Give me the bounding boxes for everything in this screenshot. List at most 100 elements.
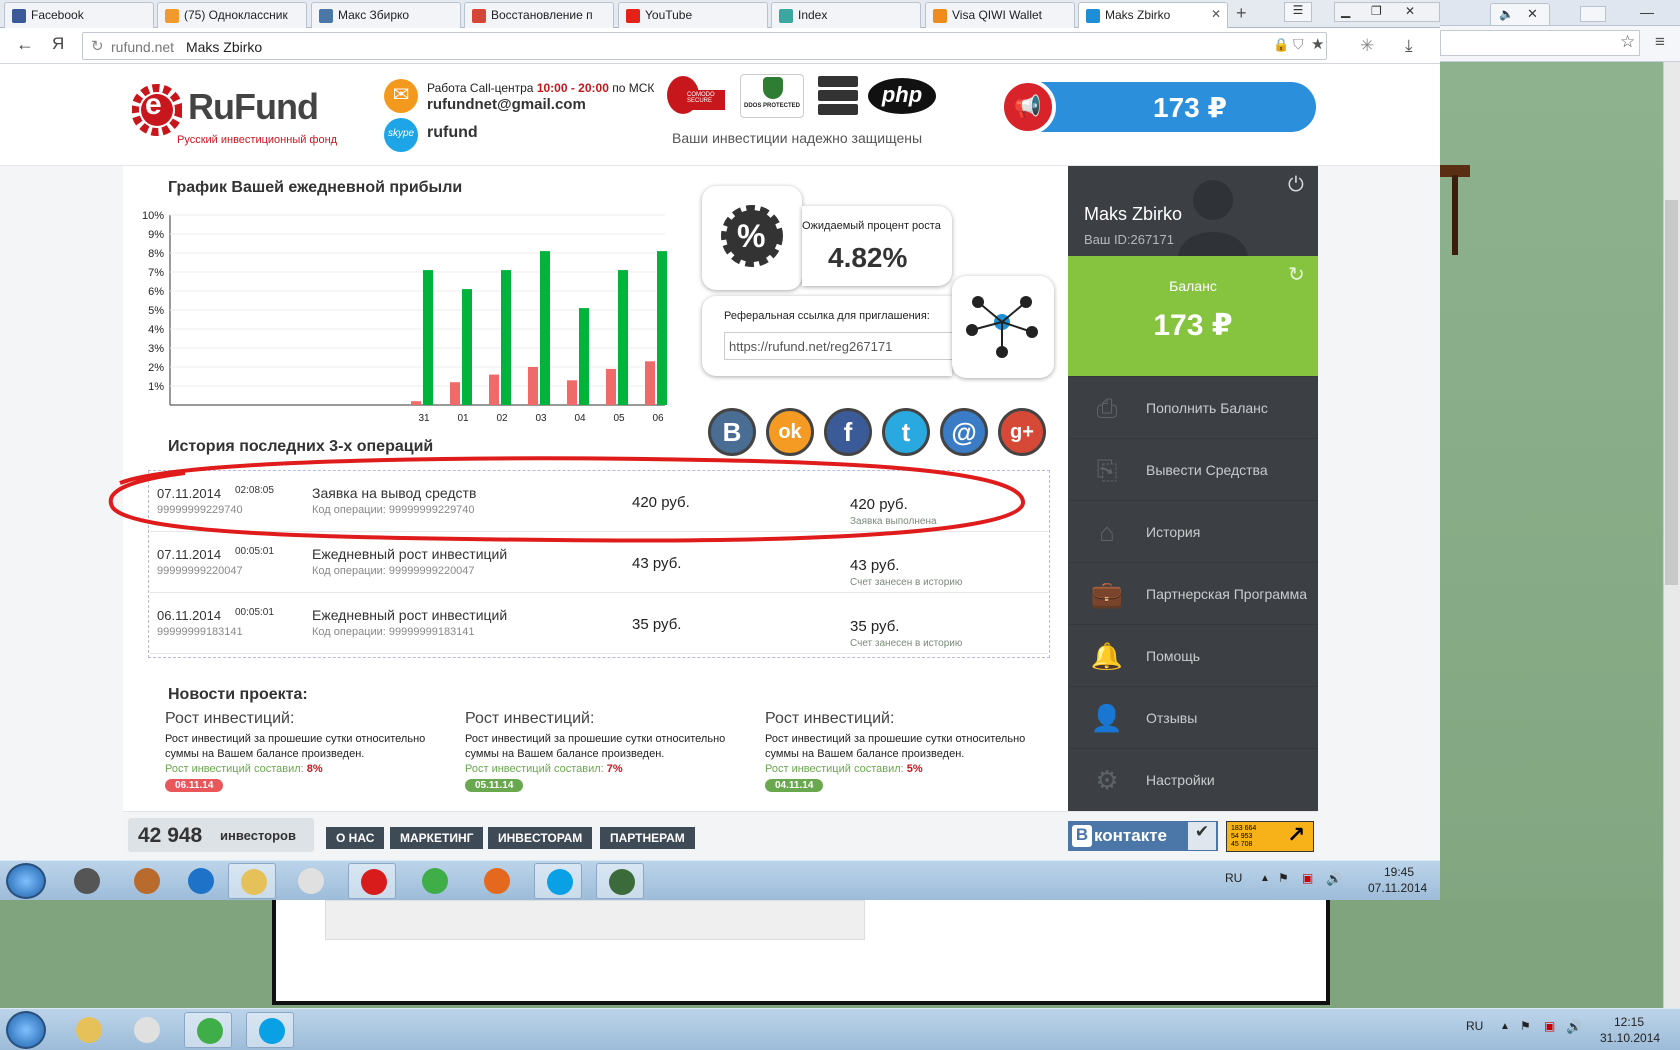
header-balance: 173 ₽	[1153, 92, 1227, 123]
logo-gear-icon[interactable]: e	[131, 72, 183, 142]
url-field[interactable]: ↻ rufund.net Maks Zbirko 🔒 ⛉ ★	[82, 32, 1327, 60]
shop-taskbar-icon[interactable]	[122, 863, 170, 899]
site-header: e RuFund Русский инвестиционный фонд ✉ Р…	[0, 64, 1440, 166]
sidebar-item[interactable]: ⚙ Настройки	[1068, 748, 1318, 810]
shield-icon[interactable]: ⛉	[1293, 36, 1304, 53]
restore-icon[interactable]: ❐	[1371, 4, 1382, 18]
refresh-icon[interactable]: ↻	[1288, 262, 1305, 287]
sidebar-item[interactable]: ⎘ Вывести Средства	[1068, 438, 1318, 500]
browser-tab[interactable]: Facebook	[4, 2, 154, 28]
outer-tray-up-icon[interactable]: ▲	[1500, 1021, 1510, 1032]
email-link[interactable]: rufundnet@gmail.com	[427, 96, 586, 113]
bookmark-star-icon[interactable]: ★	[1311, 35, 1324, 53]
news-item-title[interactable]: Рост инвестиций:	[465, 710, 750, 728]
sidebar-item[interactable]: 💼 Партнерская Программа	[1068, 562, 1318, 624]
op-code-value: 99999999220047	[388, 565, 475, 577]
outer-language-indicator[interactable]: RU	[1466, 1019, 1483, 1033]
balance-pill[interactable]: 📢 173 ₽	[1000, 79, 1316, 135]
browser-tab[interactable]: Visa QIWI Wallet	[925, 2, 1075, 28]
outer-clock-time[interactable]: 12:15	[1614, 1015, 1644, 1029]
sidebar-item[interactable]: ⌂ История	[1068, 500, 1318, 562]
tab-favicon-icon	[319, 9, 333, 23]
logo-text[interactable]: RuFund	[188, 86, 319, 128]
outer-tray-flag-icon[interactable]: ⚑	[1520, 1019, 1531, 1033]
tray-volume-icon[interactable]: 🔊	[1326, 871, 1342, 887]
footer-nav-button[interactable]: ИНВЕСТОРАМ	[488, 827, 593, 849]
scrollbar-thumb[interactable]	[1665, 200, 1678, 585]
growth-label: Ожидаемый процент роста	[802, 220, 941, 232]
footer-nav-button[interactable]: МАРКЕТИНГ	[390, 827, 484, 849]
tray-flag-icon[interactable]: ⚑	[1278, 871, 1289, 885]
media-taskbar-icon[interactable]	[286, 863, 334, 899]
yandex-taskbar-icon[interactable]	[348, 863, 396, 899]
chrome-taskbar-icon[interactable]	[410, 863, 458, 899]
skype-link[interactable]: rufund	[427, 124, 478, 142]
minimize-icon[interactable]: ▁	[1341, 4, 1350, 18]
download-icon[interactable]: ⤓	[1405, 36, 1413, 56]
vk-badge[interactable]: В контакте ✔	[1068, 821, 1218, 851]
menu-icon[interactable]: ≡	[1655, 32, 1665, 52]
outer-chrome-taskbar-icon[interactable]	[184, 1012, 232, 1048]
star-icon[interactable]: ☆	[1620, 32, 1635, 52]
browser-tab[interactable]: (75) Одноклассник	[157, 2, 307, 28]
start-button[interactable]	[6, 863, 46, 899]
google-plus-icon: g+	[1010, 421, 1034, 443]
close-icon[interactable]: ✕	[1527, 6, 1538, 22]
news-item-title[interactable]: Рост инвестиций:	[165, 710, 450, 728]
news-result-value: 5%	[906, 763, 923, 775]
outer-media-taskbar-icon[interactable]	[122, 1012, 170, 1048]
back-arrow-icon[interactable]: ←	[16, 34, 34, 55]
browser-tab[interactable]: Index	[771, 2, 921, 28]
firefox-taskbar-icon[interactable]	[472, 863, 520, 899]
skype-taskbar-icon[interactable]	[534, 863, 582, 899]
outer-tray-network-icon[interactable]: ▣	[1544, 1019, 1555, 1033]
liveinternet-counter[interactable]: 183 664 54 953 45 708 ↗	[1226, 821, 1314, 852]
tab-label: YouTube	[645, 8, 693, 22]
browser-tab[interactable]: YouTube	[618, 2, 768, 28]
tab-label: Index	[798, 8, 828, 22]
outer-tray-volume-icon[interactable]: 🔊	[1566, 1019, 1582, 1035]
clock-date[interactable]: 07.11.2014	[1368, 881, 1427, 895]
sidebar-item[interactable]: ⎙ Пополнить Баланс	[1068, 376, 1318, 438]
footer-nav-button[interactable]: ПАРТНЕРАМ	[600, 827, 695, 849]
power-icon[interactable]: ⏻	[1288, 174, 1304, 197]
user-panel: Maks Zbirko Ваш ID:267171 ⏻	[1068, 166, 1318, 256]
second-browser-tab[interactable]: 🔈 ✕	[1490, 3, 1550, 25]
tray-network-icon[interactable]: ▣	[1302, 871, 1313, 885]
extension-icon[interactable]: ✳	[1360, 36, 1374, 56]
referral-label: Реферальная ссылка для приглашения:	[724, 310, 930, 322]
reload-icon[interactable]: ↻	[91, 37, 104, 55]
browser-tab[interactable]: Макс Збирко	[311, 2, 461, 28]
outer-start-button[interactable]	[6, 1011, 46, 1049]
new-tab-icon[interactable]: +	[1236, 3, 1247, 24]
folder-taskbar-icon[interactable]	[228, 863, 276, 899]
window-controls: ▁ ❐ ✕	[1334, 2, 1440, 22]
new-tab-button[interactable]	[1580, 6, 1606, 22]
outer-skype-taskbar-icon[interactable]	[246, 1012, 294, 1048]
y-tick-label: 2%	[148, 362, 164, 374]
taskmgr-taskbar-icon[interactable]	[596, 863, 644, 899]
restore-taskbar-icon[interactable]	[62, 863, 110, 899]
clock-time[interactable]: 19:45	[1384, 865, 1414, 879]
history-row[interactable]: 06.11.2014 00:05:01 99999999183141 Ежедневн…	[150, 594, 1048, 654]
minimize-icon[interactable]: —	[1640, 4, 1654, 20]
ie-taskbar-icon[interactable]	[176, 863, 224, 899]
referral-url-field[interactable]	[724, 332, 956, 360]
footer-nav-button[interactable]: О НАС	[326, 827, 385, 849]
sidebar-item[interactable]: 👤 Отзывы	[1068, 686, 1318, 748]
sidebar-item[interactable]: 🔔 Помощь	[1068, 624, 1318, 686]
news-item-title[interactable]: Рост инвестиций:	[765, 710, 1050, 728]
hamburger-icon[interactable]: ☰	[1284, 2, 1312, 22]
sidebar-item-label: Пополнить Баланс	[1146, 400, 1268, 416]
yandex-logo[interactable]: Я	[52, 34, 64, 54]
close-window-icon[interactable]: ✕	[1405, 4, 1415, 18]
tab-close-icon[interactable]: ✕	[1211, 7, 1221, 21]
language-indicator[interactable]: RU	[1225, 871, 1242, 885]
lock-icon[interactable]: 🔒	[1273, 37, 1289, 53]
browser-tab[interactable]: Восстановление п	[464, 2, 614, 28]
second-url-field[interactable]	[1440, 30, 1640, 56]
outer-folder-taskbar-icon[interactable]	[64, 1012, 112, 1048]
outer-clock-date[interactable]: 31.10.2014	[1600, 1031, 1660, 1045]
tray-up-icon[interactable]: ▲	[1260, 873, 1270, 884]
browser-tab[interactable]: Maks Zbirko ✕	[1078, 2, 1228, 29]
